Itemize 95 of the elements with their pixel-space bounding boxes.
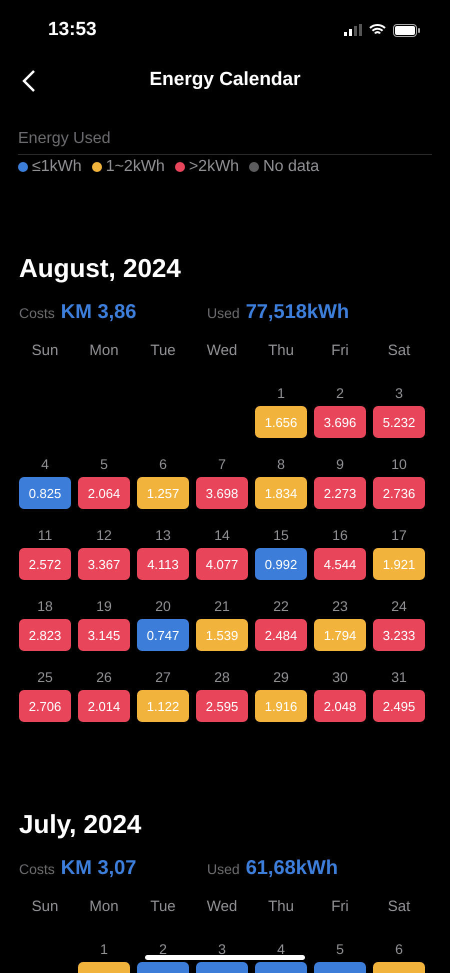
day-number: 21 (214, 597, 230, 616)
weekday-label: Sun (30, 342, 60, 361)
day-number: 5 (336, 940, 344, 959)
day-number: 23 (332, 597, 348, 616)
day-number: 6 (159, 455, 167, 474)
weekday-label: Fri (330, 898, 350, 917)
weekday-label: Thu (267, 342, 295, 361)
energy-cell[interactable]: 3.233 (373, 619, 425, 651)
energy-cell[interactable]: 0.747 (137, 619, 189, 651)
signal-icon (344, 24, 362, 36)
day-number: 27 (155, 668, 171, 687)
weekday-label: Sat (386, 898, 412, 917)
day-number: 19 (96, 597, 112, 616)
day-number: 3 (395, 384, 403, 403)
status-time: 13:53 (48, 19, 97, 41)
energy-cell[interactable]: 3.696 (314, 406, 366, 438)
energy-cell[interactable]: 4.113 (137, 548, 189, 580)
day-number: 2 (159, 940, 167, 959)
day-number: 9 (336, 455, 344, 474)
energy-cell[interactable]: 4.544 (314, 548, 366, 580)
used-value: 77,518kWh (246, 301, 350, 324)
costs-label: Costs (19, 305, 55, 321)
weekday-label: Tue (149, 342, 177, 361)
weekday-label: Sat (386, 342, 412, 361)
energy-cell[interactable]: 2.595 (196, 690, 248, 722)
legend-label: ≤1kWh (32, 158, 82, 176)
energy-cell[interactable]: 2.273 (314, 477, 366, 509)
day-number: 16 (332, 526, 348, 545)
energy-cell[interactable]: 2.014 (78, 690, 130, 722)
day-number: 12 (96, 526, 112, 545)
day-number: 1 (100, 940, 108, 959)
costs-label: Costs (19, 861, 55, 877)
day-number: 5 (100, 455, 108, 474)
day-number: 13 (155, 526, 171, 545)
wifi-icon (369, 24, 386, 36)
legend-title: Energy Used (18, 130, 432, 155)
day-number: 6 (395, 940, 403, 959)
day-number: 20 (155, 597, 171, 616)
day-number: 11 (38, 526, 52, 545)
day-number: 1 (277, 384, 285, 403)
legend-label: 1~2kWh (106, 158, 165, 176)
day-number: 4 (277, 940, 285, 959)
energy-cell[interactable]: 0.825 (19, 477, 71, 509)
energy-cell[interactable]: 3.698 (196, 477, 248, 509)
day-number: 24 (391, 597, 407, 616)
day-number: 8 (277, 455, 285, 474)
day-number: 31 (391, 668, 407, 687)
day-number: 15 (273, 526, 289, 545)
energy-cell[interactable]: 2.048 (314, 690, 366, 722)
legend-label: >2kWh (188, 158, 240, 176)
energy-cell[interactable]: 2.484 (255, 619, 307, 651)
weekday-label: Thu (267, 898, 295, 917)
weekday-label: Mon (88, 342, 120, 361)
page-title: Energy Calendar (150, 69, 300, 91)
weekday-label: Wed (206, 342, 238, 361)
battery-icon (393, 24, 420, 36)
weekday-label: Fri (330, 342, 350, 361)
weekday-label: Wed (206, 898, 238, 917)
used-label: Used (207, 305, 240, 321)
day-number: 29 (273, 668, 289, 687)
energy-cell[interactable]: 3.367 (78, 548, 130, 580)
month-title: August, 2024 (19, 253, 182, 284)
weekday-label: Sun (30, 898, 60, 917)
day-number: 10 (391, 455, 407, 474)
costs-value: KM 3,07 (60, 857, 136, 880)
day-number: 7 (218, 455, 226, 474)
used-label: Used (207, 861, 240, 877)
day-number: 25 (37, 668, 53, 687)
energy-cell[interactable]: 4.077 (196, 548, 248, 580)
energy-cell[interactable]: 5.232 (373, 406, 425, 438)
day-number: 18 (37, 597, 53, 616)
energy-cell[interactable]: 2.706 (19, 690, 71, 722)
energy-cell[interactable]: 2.495 (373, 690, 425, 722)
energy-cell[interactable]: 3.145 (78, 619, 130, 651)
energy-cell[interactable]: 2.823 (19, 619, 71, 651)
day-number: 22 (273, 597, 289, 616)
back-icon[interactable] (22, 69, 36, 93)
day-number: 17 (391, 526, 407, 545)
legend-label: No data (263, 158, 320, 176)
day-number: 4 (41, 455, 49, 474)
energy-cell[interactable]: 2.736 (373, 477, 425, 509)
energy-cell[interactable]: 0.992 (255, 548, 307, 580)
weekday-label: Mon (88, 898, 120, 917)
weekday-label: Tue (149, 898, 177, 917)
day-number: 30 (332, 668, 348, 687)
energy-cell[interactable]: 2.572 (19, 548, 71, 580)
day-number: 14 (214, 526, 230, 545)
costs-value: KM 3,86 (60, 301, 136, 324)
month-title: July, 2024 (19, 809, 142, 840)
day-number: 3 (218, 940, 226, 959)
day-number: 2 (336, 384, 344, 403)
day-number: 28 (214, 668, 230, 687)
energy-cell[interactable]: 2.064 (78, 477, 130, 509)
day-number: 26 (96, 668, 112, 687)
used-value: 61,68kWh (246, 857, 338, 880)
